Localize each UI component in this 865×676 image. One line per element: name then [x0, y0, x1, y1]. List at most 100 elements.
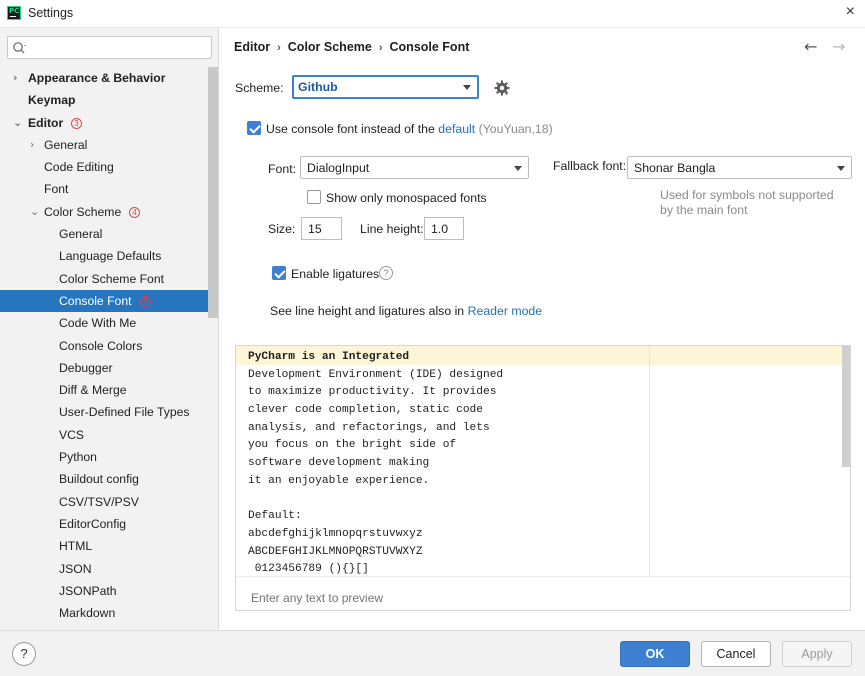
preview-line: to maximize productivity. It provides	[248, 386, 497, 399]
sidebar-item-label: Keymap	[28, 93, 76, 108]
breadcrumb-item-color-scheme: Color Scheme	[287, 40, 372, 54]
reader-mode-row: See line height and ligatures also in Re…	[270, 304, 542, 318]
sidebar-item-python[interactable]: Python	[0, 446, 208, 468]
sidebar-item-label: Debugger	[59, 360, 113, 375]
sidebar-item-general[interactable]: General	[0, 223, 208, 245]
use-console-font-checkbox[interactable]	[247, 121, 261, 135]
preview-separator	[236, 576, 850, 577]
sidebar-item-label: Editor	[28, 115, 64, 130]
use-console-font-label: Use console font instead of the	[266, 122, 435, 136]
font-dropdown[interactable]: DialogInput	[300, 156, 529, 179]
sidebar-item-code-editing[interactable]: Code Editing	[0, 156, 208, 178]
help-button[interactable]: ?	[12, 642, 36, 666]
settings-sidebar: › Appearance & Behavior Keymap ⌄ Editor 3 › Gen…	[0, 28, 219, 630]
preview-right-margin	[649, 346, 650, 576]
sidebar-item-label: Color Scheme	[44, 204, 122, 219]
sidebar-item-diff-merge[interactable]: Diff & Merge	[0, 379, 208, 401]
apply-button[interactable]: Apply	[782, 641, 852, 667]
enable-ligatures-checkbox[interactable]	[272, 266, 286, 280]
breadcrumb-separator-icon: ›	[277, 42, 281, 54]
breadcrumb-item-console-font: Console Font	[389, 40, 470, 54]
ok-button[interactable]: OK	[620, 641, 690, 667]
sidebar-item-language-defaults[interactable]: Language Defaults	[0, 245, 208, 267]
monospaced-only-label: Show only monospaced fonts	[326, 191, 487, 205]
sidebar-item-console-font[interactable]: Console Font 5	[0, 289, 208, 313]
step-number-badge: 4	[129, 206, 140, 218]
sidebar-item-editorconfig[interactable]: EditorConfig	[0, 513, 208, 535]
sidebar-item-label: HTML	[59, 539, 93, 554]
sidebar-item-jsonpath[interactable]: JSONPath	[0, 580, 208, 602]
sidebar-item-label: EditorConfig	[59, 516, 127, 531]
breadcrumb-item-editor: Editor	[234, 40, 271, 54]
preview-line: clever code completion, static code	[248, 404, 483, 417]
sidebar-item-vcs[interactable]: VCS	[0, 424, 208, 446]
scheme-dropdown-value: Github	[298, 80, 338, 94]
default-font-link[interactable]: default	[438, 122, 475, 136]
settings-tree: › Appearance & Behavior Keymap ⌄ Editor 3 › Gen…	[0, 67, 208, 624]
chevron-down-icon[interactable]: ⌄	[30, 201, 39, 223]
preview-line: abcdefghijklmnopqrstuvwxyz	[248, 527, 423, 540]
main-panel: Editor › Color Scheme › Console Font ← → Sch…	[220, 28, 865, 630]
sidebar-item-html[interactable]: HTML	[0, 535, 208, 557]
sidebar-item-label: Console Colors	[59, 338, 143, 353]
forward-arrow-icon[interactable]: →	[832, 37, 845, 56]
preview-scrollbar[interactable]	[842, 346, 850, 467]
sidebar-item-json[interactable]: JSON	[0, 558, 208, 580]
chevron-right-icon[interactable]: ›	[13, 67, 18, 89]
fallback-note-line-2: by the main font	[660, 203, 748, 217]
question-mark-icon[interactable]: ?	[379, 266, 393, 280]
sidebar-item-editor[interactable]: ⌄ Editor 3	[0, 112, 208, 134]
fallback-font-dropdown[interactable]: Shonar Bangla	[627, 156, 852, 179]
font-preview[interactable]: PyCharm is an Integrated Development Envi…	[235, 345, 851, 611]
sidebar-item-label: Font	[44, 182, 69, 197]
breadcrumb: Editor › Color Scheme › Console Font	[234, 40, 469, 54]
cancel-button[interactable]: Cancel	[701, 641, 771, 667]
monospaced-only-checkbox[interactable]	[307, 190, 321, 204]
sidebar-item-font[interactable]: Font	[0, 178, 208, 200]
sidebar-item-label: Diff & Merge	[59, 383, 127, 398]
reader-mode-link[interactable]: Reader mode	[468, 304, 543, 318]
chevron-down-icon	[463, 85, 471, 90]
chevron-down-icon	[514, 166, 522, 171]
sidebar-item-color-scheme-font[interactable]: Color Scheme Font	[0, 268, 208, 290]
sidebar-item-markdown[interactable]: Markdown	[0, 602, 208, 624]
preview-line: analysis, and refactorings, and lets	[248, 421, 490, 434]
sidebar-item-label: Appearance & Behavior	[28, 71, 166, 85]
back-arrow-icon[interactable]: ←	[804, 37, 817, 56]
size-input[interactable]: 15	[301, 217, 342, 240]
sidebar-item-label: Language Defaults	[59, 249, 162, 264]
settings-search-input[interactable]	[32, 39, 207, 56]
chevron-right-icon[interactable]: ›	[30, 134, 34, 156]
sidebar-item-debugger[interactable]: Debugger	[0, 357, 208, 379]
sidebar-item-general[interactable]: › General	[0, 134, 208, 156]
sidebar-item-keymap[interactable]: Keymap	[0, 89, 208, 111]
fallback-font-value: Shonar Bangla	[634, 161, 716, 175]
step-number-badge: 3	[71, 117, 82, 129]
chevron-down-icon	[837, 166, 845, 171]
line-height-input[interactable]: 1.0	[424, 217, 464, 240]
gear-icon[interactable]	[494, 80, 510, 96]
sidebar-item-user-defined-file-types[interactable]: User-Defined File Types	[0, 401, 208, 423]
sidebar-item-console-colors[interactable]: Console Colors	[0, 335, 208, 357]
sidebar-item-label: Color Scheme Font	[59, 271, 164, 286]
sidebar-item-csv-tsv-psv[interactable]: CSV/TSV/PSV	[0, 491, 208, 513]
preview-line: it an enjoyable experience.	[248, 474, 430, 487]
sidebar-item-label: User-Defined File Types	[59, 405, 190, 420]
sidebar-item-label: JSON	[59, 561, 92, 576]
close-icon[interactable]: ×	[846, 3, 855, 21]
sidebar-item-buildout-config[interactable]: Buildout config	[0, 468, 208, 490]
font-dropdown-value: DialogInput	[307, 161, 370, 175]
preview-text-input[interactable]	[251, 589, 831, 607]
step-number-badge: 5	[140, 295, 151, 307]
line-height-label: Line height:	[360, 222, 424, 236]
sidebar-scrollbar[interactable]	[208, 67, 218, 318]
sidebar-item-appearance-behavior[interactable]: › Appearance & Behavior	[0, 67, 208, 89]
sidebar-item-label: VCS	[59, 427, 85, 442]
settings-search-box[interactable]	[7, 36, 212, 59]
sidebar-item-color-scheme[interactable]: ⌄ Color Scheme 4	[0, 201, 208, 223]
preview-text[interactable]: PyCharm is an Integrated Development Envi…	[248, 349, 503, 579]
scheme-dropdown[interactable]: Github	[292, 75, 479, 99]
search-icon	[13, 42, 26, 54]
sidebar-item-code-with-me[interactable]: Code With Me	[0, 312, 208, 334]
chevron-down-icon[interactable]: ⌄	[13, 112, 22, 134]
